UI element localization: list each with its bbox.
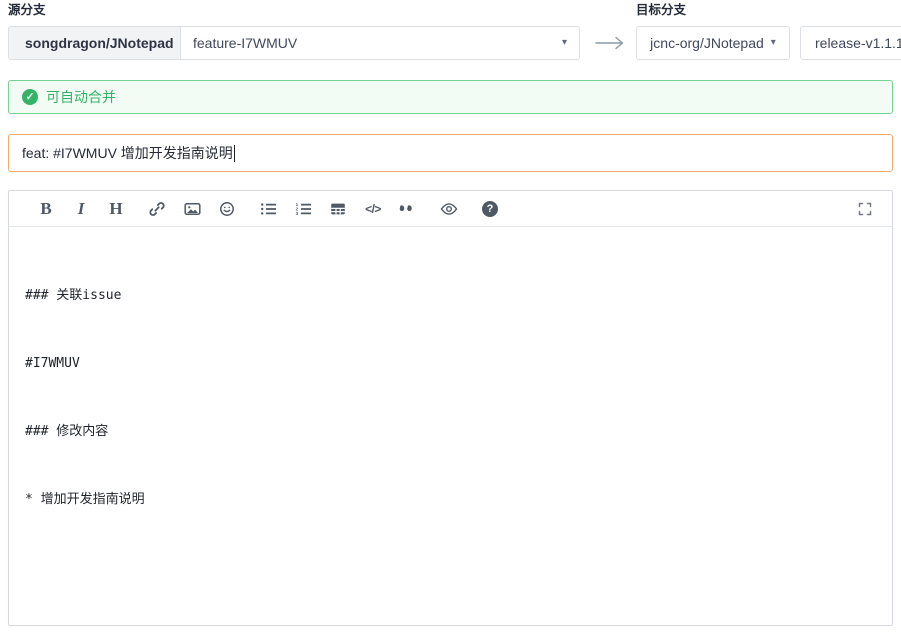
table-button[interactable] (327, 198, 349, 220)
image-button[interactable] (181, 198, 203, 220)
emoji-icon (219, 201, 235, 217)
table-icon (330, 201, 346, 217)
heading-button[interactable]: H (105, 198, 127, 220)
code-button[interactable]: </> (362, 198, 384, 220)
italic-button[interactable]: I (70, 198, 92, 220)
link-button[interactable] (146, 198, 168, 220)
help-button[interactable]: ? (479, 198, 501, 220)
target-branch-label: 目标分支 (636, 2, 686, 18)
source-branch-selector: songdragon/JNotepad feature-I7WMUV ▾ (8, 26, 580, 60)
source-repo-value: songdragon/JNotepad (25, 35, 174, 51)
source-repo-select[interactable]: songdragon/JNotepad (9, 27, 181, 59)
target-repo-value: jcnc-org/JNotepad (650, 35, 764, 51)
text-cursor (234, 145, 235, 162)
chevron-down-icon: ▾ (562, 38, 567, 48)
editor-line: ### 修改内容 (25, 421, 876, 444)
bold-icon: B (40, 200, 51, 217)
ordered-list-button[interactable]: 1 2 3 (292, 198, 314, 220)
preview-button[interactable] (438, 198, 460, 220)
editor-line: * 增加开发指南说明 (25, 489, 876, 512)
target-repo-select[interactable]: jcnc-org/JNotepad ▾ (636, 26, 790, 60)
target-branch-select[interactable]: release-v1.1.11 (800, 26, 901, 60)
target-branch-value: release-v1.1.11 (815, 35, 901, 51)
quote-button[interactable] (397, 198, 419, 220)
markdown-editor: B I H (8, 190, 893, 626)
svg-text:3: 3 (295, 211, 298, 216)
merge-status-text: 可自动合并 (46, 87, 116, 107)
image-icon (184, 201, 201, 217)
quote-icon (399, 201, 417, 217)
link-icon (149, 201, 165, 217)
editor-line: #I7WMUV (25, 353, 876, 376)
pr-title-input[interactable]: feat: #I7WMUV 增加开发指南说明 (8, 134, 893, 172)
emoji-button[interactable] (216, 198, 238, 220)
merge-status-alert: ✓ 可自动合并 (8, 80, 893, 114)
unordered-list-icon (260, 201, 277, 217)
check-circle-icon: ✓ (22, 89, 38, 105)
source-branch-label: 源分支 (8, 2, 46, 18)
fullscreen-icon (857, 201, 873, 217)
editor-line: ### 关联issue (25, 285, 876, 308)
help-icon: ? (482, 201, 498, 217)
ordered-list-icon: 1 2 3 (295, 201, 312, 217)
source-branch-value: feature-I7WMUV (193, 35, 297, 51)
arrow-right-icon (591, 26, 629, 60)
fullscreen-button[interactable] (854, 198, 876, 220)
italic-icon: I (78, 200, 85, 217)
chevron-down-icon: ▾ (771, 38, 776, 48)
pr-title-value: feat: #I7WMUV 增加开发指南说明 (22, 143, 233, 163)
eye-icon (440, 201, 458, 217)
source-branch-select[interactable]: feature-I7WMUV ▾ (181, 27, 579, 59)
editor-toolbar: B I H (9, 191, 892, 227)
unordered-list-button[interactable] (257, 198, 279, 220)
code-icon: </> (365, 202, 381, 216)
heading-icon: H (109, 200, 122, 217)
bold-button[interactable]: B (35, 198, 57, 220)
markdown-editor-textarea[interactable]: ### 关联issue #I7WMUV ### 修改内容 * 增加开发指南说明 (9, 227, 892, 625)
